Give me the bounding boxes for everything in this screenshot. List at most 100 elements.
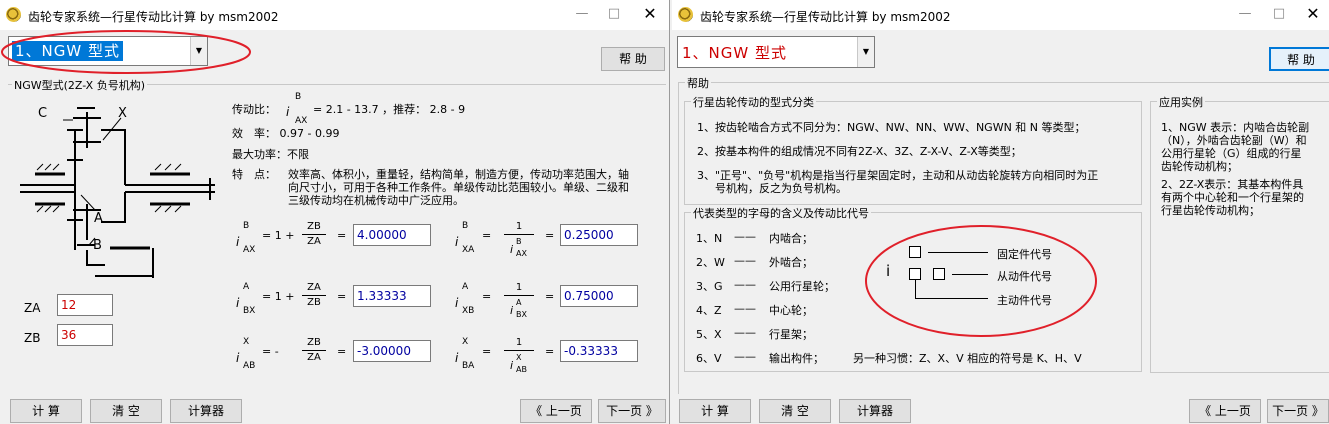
diagram-label-x: X: [118, 106, 127, 121]
formula-i-axb: i A XB: [455, 282, 475, 316]
ngw-mechanism-diagram: [20, 107, 215, 278]
diagram-label-a: A: [94, 211, 103, 226]
close-icon[interactable]: ✕: [1303, 4, 1323, 23]
ratio-symbol: i B AX: [286, 92, 308, 126]
equals-sign: =: [337, 229, 347, 242]
za-input[interactable]: 12: [57, 294, 113, 316]
formula-i-abx: i A BX: [236, 282, 256, 316]
equals-sign: =: [337, 290, 347, 303]
types-line-2: 2、按基本构件的组成情况不同有2Z-X、3Z、Z-X-V、Z-X等类型；: [697, 145, 1022, 158]
apps-line-7: 行星齿轮传动机构；: [1161, 204, 1260, 217]
annotation-ellipse: [865, 225, 1097, 337]
help-button[interactable]: 帮 助: [601, 47, 665, 71]
minimize-icon[interactable]: —: [572, 6, 592, 21]
zb-input[interactable]: 36: [57, 324, 113, 346]
letter-code-3: 3、G: [696, 280, 723, 293]
fraction: ZA ZB: [302, 281, 326, 310]
formula-i-xab: i X AB: [236, 337, 256, 371]
diagram-label-c: C: [38, 106, 48, 121]
clear-button[interactable]: 清 空: [90, 399, 162, 423]
title-bar: 齿轮专家系统—行星传动比计算 by msm2002 — □ ✕: [672, 0, 1329, 30]
types-title: 行星齿轮传动的型式分类: [691, 94, 816, 110]
features-line-3: 三级传动均在机械传动中广泛应用。: [288, 194, 464, 207]
result-i-abx[interactable]: 1.33333: [353, 285, 431, 307]
efficiency-text: 效 率： 0.97 - 0.99: [232, 127, 340, 140]
minimize-icon[interactable]: —: [1235, 6, 1255, 21]
calculate-button[interactable]: 计 算: [679, 399, 751, 423]
maximize-icon[interactable]: □: [604, 6, 624, 21]
za-label: ZA: [24, 301, 41, 315]
next-page-button[interactable]: 下一页 》: [598, 399, 666, 423]
formula-expr: = 1 +: [262, 229, 295, 242]
letter-code-6: 6、V: [696, 352, 722, 365]
next-page-button[interactable]: 下一页 》: [1267, 399, 1329, 423]
equals-sign: =: [482, 345, 492, 358]
formula-expr: = -: [262, 345, 279, 358]
letter-dash: ——: [734, 230, 756, 243]
calculator-button[interactable]: 计算器: [170, 399, 242, 423]
formula-i-bxa: i B XA: [455, 221, 475, 255]
letter-dash: ——: [734, 326, 756, 339]
fraction: ZB ZA: [302, 220, 326, 249]
result-i-bxa[interactable]: 0.25000: [560, 224, 638, 246]
letter-dash: ——: [734, 350, 756, 363]
group-title: NGW型式(2Z-X 负号机构): [12, 77, 148, 93]
ratio-value: = 2.1 - 13.7 ，推荐： 2.8 - 9: [313, 103, 466, 116]
clear-button[interactable]: 清 空: [759, 399, 831, 423]
letter-meaning-4: 中心轮；: [769, 304, 813, 317]
calculator-button[interactable]: 计算器: [839, 399, 911, 423]
reciprocal-fraction: 1 i X AB: [504, 336, 534, 374]
letters-title: 代表类型的字母的含义及传动比代号: [691, 205, 871, 221]
calculate-button[interactable]: 计 算: [10, 399, 82, 423]
maximize-icon[interactable]: □: [1269, 6, 1289, 21]
chevron-down-icon[interactable]: ▼: [857, 37, 874, 67]
types-line-1: 1、按齿轮啮合方式不同分为：NGW、NW、NN、WW、NGWN 和 N 等类型；: [697, 121, 1086, 134]
equals-sign: =: [337, 345, 347, 358]
apps-group: 应用实例 1、NGW 表示：内啮合齿轮副 （N），外啮合齿轮副（W）和 公用行星…: [1150, 94, 1329, 373]
equals-sign: =: [482, 290, 492, 303]
formula-i-bax: i B AX: [236, 221, 256, 255]
right-window: 齿轮专家系统—行星传动比计算 by msm2002 — □ ✕ 1、NGW 型式…: [672, 0, 1329, 424]
max-power-text: 最大功率：不限: [232, 148, 309, 161]
close-icon[interactable]: ✕: [640, 4, 660, 23]
gear-app-icon: [6, 7, 21, 22]
letter-code-1: 1、N: [696, 232, 723, 245]
apps-title: 应用实例: [1157, 94, 1205, 110]
result-i-bax[interactable]: 4.00000: [353, 224, 431, 246]
letter-meaning-5: 行星架；: [769, 328, 813, 341]
features-label: 特 点：: [232, 168, 276, 181]
window-title: 齿轮专家系统—行星传动比计算 by msm2002: [700, 10, 951, 24]
letter-dash: ——: [734, 302, 756, 315]
diagram-label-b: B: [93, 238, 102, 253]
letter-meaning-6: 输出构件；: [769, 352, 824, 365]
formula-i-xba: i X BA: [455, 337, 475, 371]
zb-label: ZB: [24, 331, 41, 345]
equals-sign: =: [545, 345, 555, 358]
letter-code-4: 4、Z: [696, 304, 722, 317]
apps-line-4: 齿轮传动机构；: [1161, 160, 1238, 173]
prev-page-button[interactable]: 《 上一页: [520, 399, 592, 423]
equals-sign: =: [545, 290, 555, 303]
type-select-value: 1、NGW 型式: [682, 44, 787, 62]
prev-page-button[interactable]: 《 上一页: [1189, 399, 1261, 423]
result-i-axb[interactable]: 0.75000: [560, 285, 638, 307]
letter-meaning-3: 公用行星轮；: [769, 280, 835, 293]
title-bar: 齿轮专家系统—行星传动比计算 by msm2002 — □ ✕: [0, 0, 669, 30]
alt-notation-note: 另一种习惯：Z、X、V 相应的符号是 K、H、V: [853, 352, 1082, 365]
types-group: 行星齿轮传动的型式分类 1、按齿轮啮合方式不同分为：NGW、NW、NN、WW、N…: [684, 94, 1142, 205]
annotation-ellipse: [1, 30, 251, 74]
type-select[interactable]: 1、NGW 型式 ▼: [677, 36, 875, 68]
equals-sign: =: [482, 229, 492, 242]
types-line-4: 号机构，反之为负号机构。: [715, 182, 847, 195]
letter-code-2: 2、W: [696, 256, 725, 269]
result-i-xba[interactable]: -0.33333: [560, 340, 638, 362]
result-i-xab[interactable]: -3.00000: [353, 340, 431, 362]
equals-sign: =: [545, 229, 555, 242]
letter-code-5: 5、X: [696, 328, 722, 341]
letter-meaning-2: 外啮合；: [769, 256, 813, 269]
gear-app-icon: [678, 7, 693, 22]
help-button[interactable]: 帮 助: [1269, 47, 1329, 71]
fraction: ZB ZA: [302, 336, 326, 365]
letter-dash: ——: [734, 254, 756, 267]
reciprocal-fraction: 1 i A BX: [504, 281, 534, 319]
